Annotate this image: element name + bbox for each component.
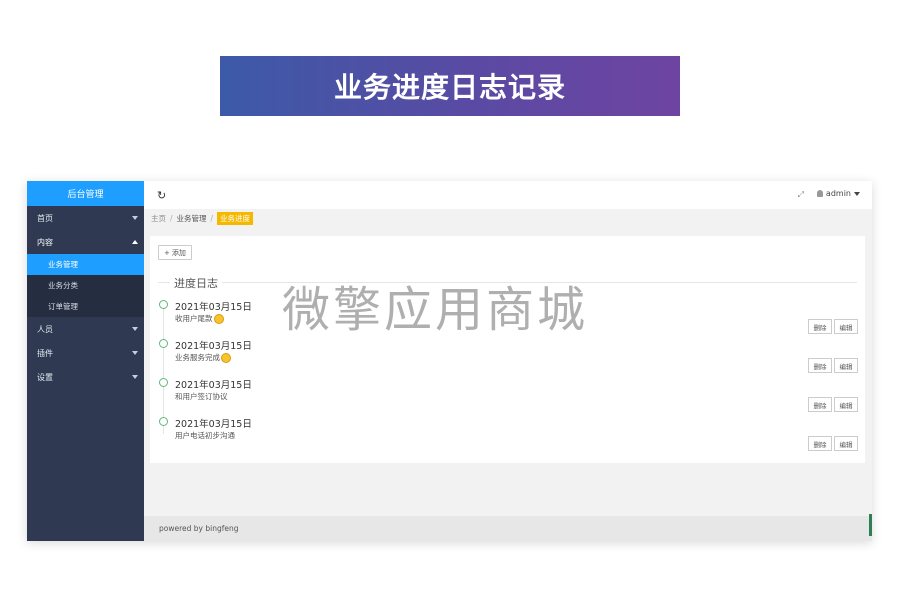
chevron-down-icon	[132, 375, 138, 379]
breadcrumb: 主页 / 业务管理 / 业务进度	[151, 212, 254, 225]
edit-button[interactable]: 编辑	[834, 358, 858, 373]
timeline-text-content: 和用户签订协议	[175, 392, 228, 401]
footer-text: powered by bingfeng	[159, 524, 239, 533]
timeline-dot-icon	[159, 378, 168, 387]
breadcrumb-current: 业务进度	[217, 212, 254, 225]
sidebar: 后台管理 首页 内容 业务管理 业务分类 订单管理 人员 插件 设置	[27, 181, 144, 541]
divider	[158, 282, 170, 283]
chevron-up-icon	[132, 240, 138, 244]
timeline-item: 2021年03月15日 用户电话初步沟通 删除 编辑	[158, 416, 858, 454]
timeline-dot-icon	[159, 300, 168, 309]
timeline-text: 和用户签订协议	[175, 391, 228, 402]
plus-icon: +	[164, 248, 170, 257]
sidebar-subitem-business-manage[interactable]: 业务管理	[27, 254, 144, 275]
timeline-item: 2021年03月15日 业务服务完成 删除 编辑	[158, 338, 858, 376]
timeline-text-content: 业务服务完成	[175, 353, 220, 362]
sidebar-item-label: 设置	[37, 372, 53, 382]
timeline-dot-icon	[159, 339, 168, 348]
top-header: ↻ ⤢ admin	[144, 181, 872, 209]
delete-button[interactable]: 删除	[808, 319, 832, 334]
sidebar-item-plugins[interactable]: 插件	[27, 341, 144, 365]
add-button[interactable]: + 添加	[158, 245, 192, 260]
timeline-text: 收用户尾款	[175, 313, 224, 324]
timeline-dot-icon	[159, 417, 168, 426]
timeline-actions: 删除 编辑	[808, 397, 858, 412]
timeline-actions: 删除 编辑	[808, 358, 858, 373]
banner-title: 业务进度日志记录	[220, 56, 680, 116]
timeline-text: 用户电话初步沟通	[175, 430, 235, 441]
timeline-date: 2021年03月15日	[175, 341, 252, 352]
delete-button[interactable]: 删除	[808, 397, 832, 412]
grinning-face-icon	[213, 313, 224, 324]
breadcrumb-parent[interactable]: 业务管理	[177, 213, 207, 224]
refresh-icon[interactable]: ↻	[157, 189, 166, 202]
chevron-down-icon	[132, 351, 138, 355]
timeline-date: 2021年03月15日	[175, 419, 252, 430]
user-icon	[816, 190, 823, 197]
sidebar-submenu: 业务管理 业务分类 订单管理	[27, 254, 144, 317]
delete-button[interactable]: 删除	[808, 436, 832, 451]
breadcrumb-separator: /	[170, 214, 173, 223]
edit-button[interactable]: 编辑	[834, 436, 858, 451]
sidebar-item-settings[interactable]: 设置	[27, 365, 144, 389]
timeline-title: 进度日志	[174, 277, 218, 290]
sidebar-logo: 后台管理	[27, 181, 144, 206]
add-button-label: 添加	[171, 248, 186, 257]
edit-button[interactable]: 编辑	[834, 319, 858, 334]
chevron-down-icon	[132, 327, 138, 331]
user-name: admin	[825, 189, 851, 198]
timeline-date: 2021年03月15日	[175, 302, 252, 313]
timeline-text: 业务服务完成	[175, 352, 231, 363]
timeline-date: 2021年03月15日	[175, 380, 252, 391]
edit-button[interactable]: 编辑	[834, 397, 858, 412]
delete-button[interactable]: 删除	[808, 358, 832, 373]
sidebar-subitem-business-category[interactable]: 业务分类	[27, 275, 144, 296]
caret-down-icon	[854, 191, 860, 196]
breadcrumb-separator: /	[210, 214, 214, 223]
sidebar-item-content[interactable]: 内容	[27, 230, 144, 254]
timeline-actions: 删除 编辑	[808, 319, 858, 334]
timeline-text-content: 收用户尾款	[175, 314, 213, 323]
sidebar-item-label: 插件	[37, 348, 53, 358]
sidebar-item-label: 首页	[37, 213, 53, 223]
sidebar-item-label: 人员	[37, 324, 53, 334]
timeline-actions: 删除 编辑	[808, 436, 858, 451]
sidebar-item-label: 内容	[37, 237, 53, 247]
admin-window: 后台管理 首页 内容 业务管理 业务分类 订单管理 人员 插件 设置 ↻ ⤢ a…	[27, 181, 872, 541]
sidebar-subitem-order-manage[interactable]: 订单管理	[27, 296, 144, 317]
smiling-face-icon	[221, 352, 231, 363]
footer: powered by bingfeng	[144, 516, 872, 541]
user-menu[interactable]: admin	[816, 189, 860, 198]
chevron-down-icon	[132, 216, 138, 220]
sidebar-item-staff[interactable]: 人员	[27, 317, 144, 341]
breadcrumb-home[interactable]: 主页	[151, 213, 166, 224]
watermark: 微擎应用商城	[282, 282, 589, 338]
scroll-indicator	[869, 514, 872, 536]
timeline-item: 2021年03月15日 和用户签订协议 删除 编辑	[158, 377, 858, 415]
sidebar-item-home[interactable]: 首页	[27, 206, 144, 230]
fullscreen-icon[interactable]: ⤢	[798, 190, 804, 200]
timeline-text-content: 用户电话初步沟通	[175, 431, 235, 440]
